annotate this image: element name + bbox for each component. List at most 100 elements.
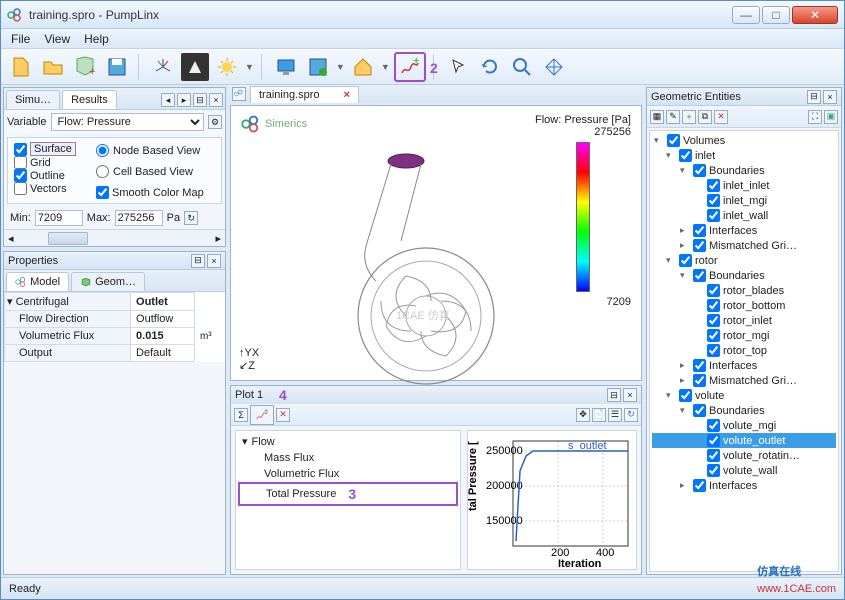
annotation-4: 4: [279, 387, 287, 403]
dropdown-arrow-icon[interactable]: ▼: [381, 62, 390, 72]
pin-icon[interactable]: ⊟: [191, 254, 205, 268]
max-label: Max:: [87, 212, 111, 224]
plot-item[interactable]: Mass Flux: [238, 450, 458, 466]
pin-icon[interactable]: ⊟: [193, 93, 207, 107]
entity-add-icon[interactable]: +: [682, 110, 696, 124]
tab-results[interactable]: Results: [62, 90, 117, 109]
list-icon[interactable]: ☰: [608, 408, 622, 422]
plot-tree[interactable]: ▾ Flow Mass Flux Volumetric Flux Total P…: [235, 430, 461, 570]
shading-icon[interactable]: [181, 53, 209, 81]
panel-close-icon[interactable]: ×: [623, 388, 637, 402]
save-image-icon[interactable]: [304, 53, 332, 81]
tab-simu[interactable]: Simu…: [6, 90, 60, 109]
nav-right-icon[interactable]: ▸: [177, 93, 191, 107]
smooth-checkbox[interactable]: [96, 186, 109, 199]
dropdown-arrow-icon[interactable]: ▼: [336, 62, 345, 72]
geo-title: Geometric Entities: [651, 91, 741, 103]
status-text: Ready: [9, 583, 41, 595]
axis-triad: ↑YX ↙Z: [239, 347, 259, 372]
home-icon[interactable]: [349, 53, 377, 81]
pan-icon[interactable]: [540, 53, 568, 81]
minimize-button[interactable]: —: [732, 6, 760, 24]
svg-text:s_outlet: s_outlet: [568, 440, 607, 452]
svg-text:+: +: [264, 407, 268, 415]
nav-left-icon[interactable]: ◂: [161, 93, 175, 107]
variable-select[interactable]: Flow: Pressure: [51, 113, 204, 131]
window-title: training.spro - PumpLinx: [29, 8, 159, 22]
svg-text:250000: 250000: [486, 445, 523, 457]
colorbar: [576, 142, 590, 292]
mesh-add-icon[interactable]: +: [71, 53, 99, 81]
plot-item-total-pressure[interactable]: Total Pressure3: [238, 482, 458, 506]
annotation-3: 3: [348, 486, 356, 502]
chart-ylabel: tal Pressure [: [468, 441, 479, 511]
delete-icon[interactable]: ✕: [276, 408, 290, 422]
save-icon[interactable]: [103, 53, 131, 81]
chart-xlabel: Iteration: [558, 558, 602, 570]
watermark-text: 1CAE 仿真: [396, 308, 450, 322]
plot-item[interactable]: Volumetric Flux: [238, 466, 458, 482]
close-button[interactable]: ✕: [792, 6, 838, 24]
menu-view[interactable]: View: [44, 32, 70, 46]
min-input[interactable]: [35, 210, 83, 226]
entity-edit-icon[interactable]: ✎: [666, 110, 680, 124]
panel-close-icon[interactable]: ×: [823, 90, 837, 104]
node-view-radio[interactable]: [96, 144, 109, 157]
zoom-icon[interactable]: [508, 53, 536, 81]
refresh-plot-icon[interactable]: ↻: [624, 408, 638, 422]
vectors-checkbox[interactable]: [14, 182, 27, 195]
entity-icon[interactable]: ▦: [650, 110, 664, 124]
entity-delete-icon[interactable]: ✕: [714, 110, 728, 124]
grid-checkbox[interactable]: [14, 156, 27, 169]
tree-item-volute-outlet[interactable]: volute_outlet: [652, 433, 836, 448]
dropdown-arrow-icon[interactable]: ▼: [245, 62, 254, 72]
axes-icon[interactable]: [149, 53, 177, 81]
entity-cube-icon[interactable]: ▣: [824, 110, 838, 124]
entity-copy-icon[interactable]: ⧉: [698, 110, 712, 124]
geometry-tree[interactable]: ▾Volumes ▾inlet ▾Boundaries inlet_inlet …: [649, 130, 839, 572]
outline-checkbox[interactable]: [14, 169, 27, 182]
variable-label: Variable: [7, 116, 47, 128]
document-tab[interactable]: training.spro×: [250, 86, 359, 103]
cursor-icon[interactable]: [444, 53, 472, 81]
variable-settings-icon[interactable]: ⚙: [208, 115, 222, 129]
3d-viewport[interactable]: Simerics Flow: Pressure [Pa] 275256 7209: [230, 105, 642, 381]
rotate-icon[interactable]: [476, 53, 504, 81]
h-scrollbar[interactable]: ◂▸: [4, 229, 225, 246]
add-curve-icon[interactable]: +: [250, 405, 274, 425]
tab-geom[interactable]: Geom…: [71, 272, 145, 291]
close-tab-icon[interactable]: ×: [344, 89, 350, 101]
annotation-2: 2: [430, 60, 438, 76]
doc-icon[interactable]: [232, 87, 246, 101]
app-icon: [7, 7, 23, 23]
maximize-button[interactable]: □: [762, 6, 790, 24]
panel-close-icon[interactable]: ×: [209, 93, 223, 107]
menu-file[interactable]: File: [11, 32, 30, 46]
plot-tree-root[interactable]: ▾ Flow: [238, 433, 458, 450]
min-label: Min:: [10, 212, 31, 224]
select-all-icon[interactable]: ⛶: [808, 110, 822, 124]
max-input[interactable]: [115, 210, 163, 226]
svg-text:+: +: [413, 55, 419, 67]
monitor-icon[interactable]: [272, 53, 300, 81]
tab-model[interactable]: Model: [6, 272, 69, 291]
panel-close-icon[interactable]: ×: [207, 254, 221, 268]
pin-icon[interactable]: ⊟: [807, 90, 821, 104]
pin-icon[interactable]: ⊟: [607, 388, 621, 402]
range-reset-icon[interactable]: ↻: [184, 211, 198, 225]
menu-help[interactable]: Help: [84, 32, 109, 46]
export-plot-icon[interactable]: 📄: [592, 408, 606, 422]
properties-table: ▾ CentrifugalOutlet Flow DirectionOutflo…: [4, 292, 225, 362]
svg-text:200000: 200000: [486, 480, 523, 492]
add-plot-icon[interactable]: + 2: [394, 52, 426, 82]
sigma-icon[interactable]: Σ: [234, 408, 248, 422]
cell-view-radio[interactable]: [96, 165, 109, 178]
open-file-icon[interactable]: [39, 53, 67, 81]
pan-plot-icon[interactable]: ✥: [576, 408, 590, 422]
surface-checkbox[interactable]: [14, 143, 27, 156]
svg-text:400: 400: [596, 547, 614, 559]
light-icon[interactable]: [213, 53, 241, 81]
new-file-icon[interactable]: [7, 53, 35, 81]
pump-geometry: 1CAE 仿真: [291, 136, 561, 396]
plot-title: Plot 1: [235, 389, 263, 401]
